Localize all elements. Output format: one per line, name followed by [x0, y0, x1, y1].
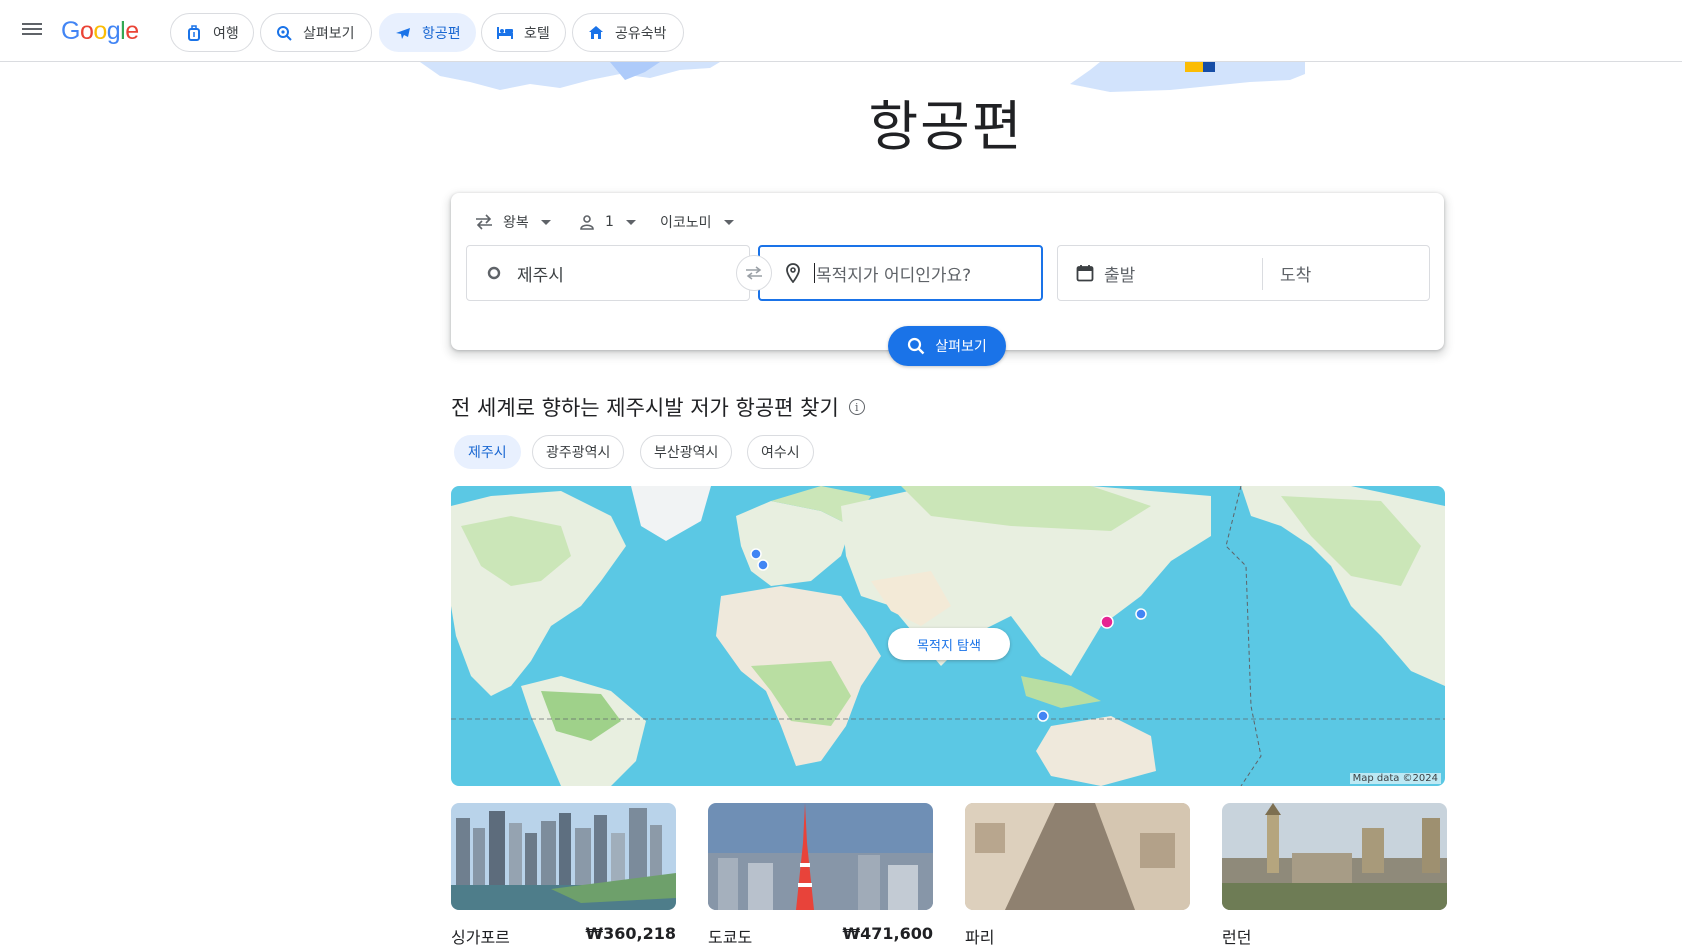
tab-hotels[interactable]: 호텔	[481, 13, 566, 52]
passengers-select[interactable]: 1	[579, 207, 636, 237]
origin-chip-gwangju[interactable]: 광주광역시	[532, 435, 625, 469]
destination-photo	[1222, 803, 1447, 910]
tab-travel-label: 여행	[213, 25, 239, 42]
origin-field[interactable]: 제주시	[466, 245, 750, 301]
tab-hotels-label: 호텔	[524, 25, 550, 42]
cabin-class-select[interactable]: 이코노미	[660, 207, 734, 237]
hotel-icon	[496, 24, 514, 42]
search-flights-label: 살펴보기	[935, 339, 987, 355]
page-title: 항공편	[868, 95, 1024, 158]
tab-travel[interactable]: 여행	[170, 13, 254, 52]
tab-flights-label: 항공편	[422, 25, 461, 42]
origin-chip-yeosu[interactable]: 여수시	[747, 435, 814, 469]
location-pin-icon	[786, 263, 800, 283]
swap-icon	[746, 266, 762, 280]
departure-date-placeholder: 출발	[1104, 265, 1136, 286]
trip-type-select[interactable]: 왕복	[475, 207, 551, 237]
chevron-down-icon	[625, 219, 636, 225]
dates-field[interactable]: 출발 도착	[1057, 245, 1430, 301]
home-icon	[587, 24, 605, 42]
luggage-icon	[185, 24, 203, 42]
destination-price: ₩471,600	[842, 924, 933, 943]
explore-title-text: 전 세계로 향하는 제주시발 저가 항공편 찾기	[451, 396, 839, 420]
destination-marker-london	[750, 548, 762, 560]
destination-info: 파리	[965, 924, 1190, 948]
info-icon[interactable]: i	[848, 399, 865, 415]
search-icon	[907, 337, 925, 355]
destination-card-tokyo[interactable]: 도쿄도 ₩471,600	[708, 803, 933, 948]
origin-chip-busan[interactable]: 부산광역시	[640, 435, 733, 469]
destination-city: 런던	[1222, 928, 1252, 947]
explore-section-title: 전 세계로 향하는 제주시발 저가 항공편 찾기 i	[451, 392, 865, 422]
swap-origin-destination-button[interactable]	[736, 255, 772, 291]
destination-field[interactable]: 목적지가 어디인가요?	[758, 245, 1043, 301]
passengers-value: 1	[605, 214, 614, 230]
date-divider	[1262, 258, 1263, 290]
tab-vacation-rentals-label: 공유숙박	[615, 25, 667, 42]
destination-photo	[965, 803, 1190, 910]
top-app-bar: Google 여행 살펴보기 항공편 호텔 공유숙박	[0, 0, 1682, 62]
origin-marker-jeju	[1100, 615, 1114, 629]
flight-icon	[394, 24, 412, 42]
origin-chip-jeju[interactable]: 제주시	[454, 435, 521, 469]
chevron-down-icon	[540, 219, 551, 225]
explore-destinations-button[interactable]: 목적지 탐색	[888, 628, 1010, 660]
destination-info: 싱가포르 ₩360,218	[451, 924, 676, 948]
trip-type-value: 왕복	[503, 215, 529, 231]
origin-value: 제주시	[517, 265, 564, 286]
tab-explore-label: 살펴보기	[303, 25, 355, 42]
destination-price: ₩360,218	[585, 924, 676, 943]
main-menu-button[interactable]	[22, 20, 42, 40]
map-credit: Map data ©2024	[1349, 773, 1441, 784]
google-logo[interactable]: Google	[61, 17, 139, 46]
destination-marker-singapore	[1037, 710, 1049, 722]
explore-icon	[275, 24, 293, 42]
tab-flights[interactable]: 항공편	[379, 13, 476, 52]
destination-city: 싱가포르	[451, 928, 510, 947]
destination-photo	[708, 803, 933, 910]
tab-explore[interactable]: 살펴보기	[260, 13, 372, 52]
destination-card-london[interactable]: 런던	[1222, 803, 1447, 948]
person-icon	[580, 215, 594, 230]
origin-circle-icon	[487, 266, 501, 280]
chevron-down-icon	[723, 219, 734, 225]
destination-city: 파리	[965, 928, 995, 947]
destination-card-singapore[interactable]: 싱가포르 ₩360,218	[451, 803, 676, 948]
cabin-class-value: 이코노미	[660, 215, 712, 231]
calendar-icon	[1076, 265, 1094, 282]
return-date-placeholder: 도착	[1280, 265, 1312, 286]
explore-destinations-label: 목적지 탐색	[917, 638, 981, 654]
destination-marker-tokyo	[1135, 608, 1147, 620]
destination-card-paris[interactable]: 파리	[965, 803, 1190, 948]
text-cursor	[814, 263, 815, 283]
destination-placeholder: 목적지가 어디인가요?	[816, 265, 972, 286]
swap-horiz-icon	[476, 214, 492, 230]
destination-info: 런던	[1222, 924, 1447, 948]
destination-photo	[451, 803, 676, 910]
destination-marker-paris	[757, 559, 769, 571]
destination-info: 도쿄도 ₩471,600	[708, 924, 933, 948]
search-flights-button[interactable]: 살펴보기	[888, 326, 1006, 366]
destination-city: 도쿄도	[708, 928, 753, 947]
tab-vacation-rentals[interactable]: 공유숙박	[572, 13, 684, 52]
australia	[1036, 716, 1156, 786]
